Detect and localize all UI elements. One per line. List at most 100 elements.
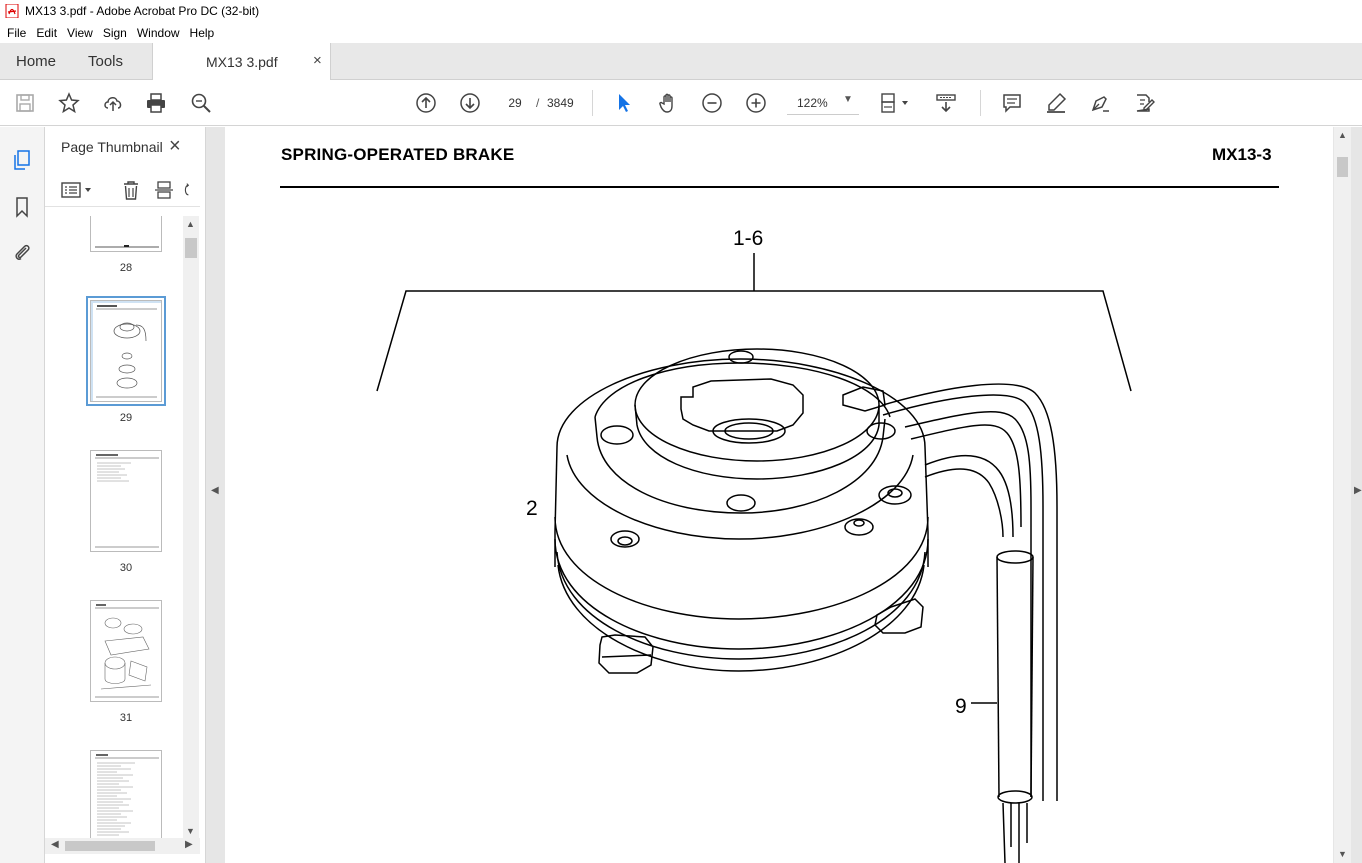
star-icon: [58, 92, 80, 114]
scrollbar-thumb[interactable]: [65, 841, 155, 851]
search-zoom-icon: [191, 93, 211, 113]
arrow-up-circle-icon: [416, 93, 436, 113]
options-menu-button[interactable]: [61, 179, 95, 201]
edit-document-icon: [1136, 94, 1155, 112]
pdf-page: SPRING-OPERATED BRAKE MX13-3 1-6 2 9: [225, 127, 1333, 863]
tab-bar: Home Tools MX13 3.pdf ×: [0, 43, 1362, 81]
plus-circle-icon: [746, 93, 766, 113]
select-tool-button[interactable]: [612, 91, 636, 115]
insert-page-button[interactable]: [153, 179, 175, 201]
callout-part-9: 9: [955, 695, 967, 718]
scroll-up-arrow-icon[interactable]: ▲: [1338, 130, 1347, 140]
paperclip-icon: [15, 244, 30, 260]
page-thumbnails-button[interactable]: [10, 148, 34, 172]
model-code: MX13-3: [1212, 145, 1272, 164]
pages-icon: [14, 150, 30, 170]
page-thumbnail[interactable]: [86, 296, 166, 406]
tab-home[interactable]: Home: [16, 43, 56, 80]
toolbar-divider: [980, 90, 981, 116]
close-panel-icon[interactable]: ×: [169, 135, 181, 158]
highlighter-icon: [1047, 92, 1067, 113]
page-thumbnail[interactable]: [90, 600, 162, 702]
previous-page-button[interactable]: [414, 91, 438, 115]
thumbnails-vertical-scrollbar[interactable]: ▲ ▼: [183, 216, 199, 838]
scroll-left-arrow-icon[interactable]: ◀: [51, 839, 59, 850]
page-fit-button[interactable]: [878, 91, 912, 115]
print-button[interactable]: [144, 91, 168, 115]
upload-button[interactable]: [101, 91, 125, 115]
menu-view[interactable]: View: [62, 26, 98, 40]
page-heading: SPRING-OPERATED BRAKE: [281, 145, 515, 164]
menu-sign[interactable]: Sign: [98, 26, 132, 40]
insert-pages-icon: [155, 181, 173, 199]
thumbnail-preview: [95, 604, 159, 698]
zoom-out-button[interactable]: [700, 91, 724, 115]
zoom-level-select[interactable]: 122% ▼: [787, 91, 859, 115]
hand-tool-button[interactable]: [656, 91, 680, 115]
thumbnail-page-number: 29: [119, 412, 133, 424]
bookmark-star-button[interactable]: [57, 91, 81, 115]
zoom-in-button[interactable]: [744, 91, 768, 115]
scrollbar-thumb[interactable]: [1337, 157, 1348, 177]
page-total: 3849: [547, 96, 574, 110]
printer-icon: [147, 93, 165, 113]
panel-title: Page Thumbnails: [61, 139, 163, 155]
menu-help[interactable]: Help: [185, 26, 220, 40]
zoom-level-value: 122%: [797, 96, 828, 110]
list-options-icon: [61, 182, 91, 198]
page-thumbnail[interactable]: [90, 450, 162, 552]
thumbnail-page-number: 30: [119, 562, 133, 574]
callout-part-2: 2: [526, 497, 538, 520]
page-thumbnail[interactable]: [90, 750, 162, 838]
thumbnail-page-number: 28: [119, 262, 133, 274]
thumbnail-toolbar: [45, 173, 200, 207]
scroll-right-arrow-icon[interactable]: ▶: [185, 839, 193, 850]
pen-nib-icon: [1091, 96, 1109, 112]
trash-icon: [124, 181, 138, 200]
menu-bar: File Edit View Sign Window Help: [0, 22, 1362, 43]
document-vertical-scrollbar[interactable]: ▲ ▼: [1334, 127, 1351, 863]
thumbnail-page-number: 31: [119, 712, 133, 724]
tab-tools[interactable]: Tools: [88, 43, 123, 80]
toolbar-divider: [592, 90, 593, 116]
attachments-button[interactable]: [10, 240, 34, 264]
menu-file[interactable]: File: [2, 26, 31, 40]
find-button[interactable]: [189, 91, 213, 115]
tab-document[interactable]: MX13 3.pdf ×: [152, 43, 331, 81]
menu-edit[interactable]: Edit: [31, 26, 62, 40]
delete-page-button[interactable]: [120, 179, 142, 201]
thumbnails-panel: Page Thumbnails × 28 29 30 31 ▲ ▼ ◀ ▶: [45, 127, 206, 863]
collapse-left-panel-icon[interactable]: ◀: [211, 485, 219, 496]
thumbnails-horizontal-scrollbar[interactable]: ◀ ▶: [45, 838, 200, 854]
page-thumbnail[interactable]: [90, 216, 162, 252]
edit-pdf-button[interactable]: [1132, 91, 1156, 115]
draw-button[interactable]: [1088, 91, 1112, 115]
rotate-icon: [184, 183, 190, 196]
acrobat-app-icon: [5, 4, 19, 18]
save-button[interactable]: [13, 91, 37, 115]
close-tab-icon[interactable]: ×: [313, 52, 322, 69]
document-tab-label: MX13 3.pdf: [206, 54, 278, 70]
thumbnail-preview: [95, 454, 159, 548]
callout-assembly: 1-6: [733, 227, 763, 250]
expand-right-panel-icon[interactable]: ▶: [1354, 485, 1362, 496]
next-page-button[interactable]: [458, 91, 482, 115]
arrow-down-circle-icon: [460, 93, 480, 113]
thumbnail-list: 28 29 30 31: [45, 216, 183, 838]
cursor-arrow-icon: [619, 94, 630, 112]
rotate-page-button[interactable]: [182, 179, 198, 201]
minus-circle-icon: [702, 93, 722, 113]
scroll-up-arrow-icon[interactable]: ▲: [186, 219, 195, 229]
scrollbar-thumb[interactable]: [185, 238, 197, 258]
bookmarks-button[interactable]: [10, 195, 34, 219]
scroll-down-arrow-icon[interactable]: ▼: [186, 826, 195, 836]
page-number-input[interactable]: 29: [498, 91, 532, 115]
bookmark-icon: [16, 197, 28, 218]
scroll-mode-button[interactable]: [934, 91, 958, 115]
highlight-button[interactable]: [1044, 91, 1068, 115]
scroll-down-arrow-icon[interactable]: ▼: [1338, 849, 1347, 859]
window-title: MX13 3.pdf - Adobe Acrobat Pro DC (32-bi…: [25, 4, 260, 18]
menu-window[interactable]: Window: [132, 26, 185, 40]
comment-button[interactable]: [1000, 91, 1024, 115]
thumbnail-preview: [93, 303, 161, 401]
